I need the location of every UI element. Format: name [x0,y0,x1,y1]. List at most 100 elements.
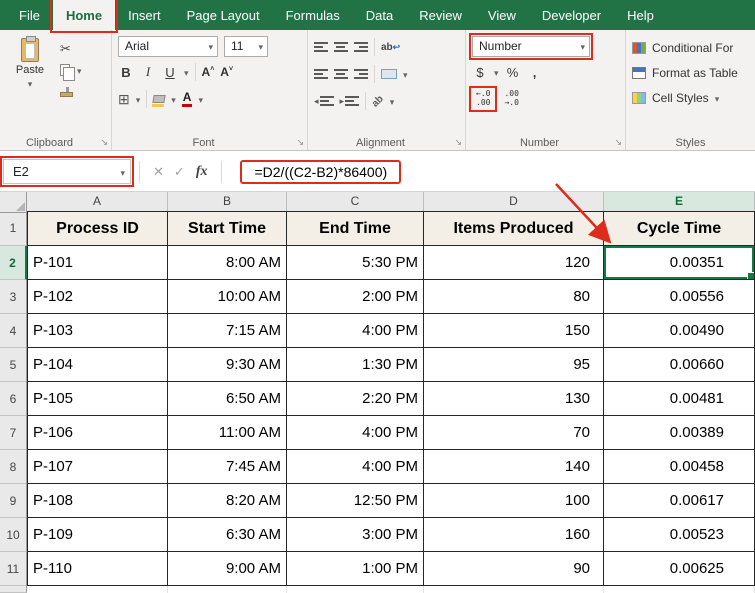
align-middle-icon[interactable] [334,42,348,52]
row-header-6[interactable]: 6 [0,382,27,416]
ribbon-tab-view[interactable]: View [475,0,529,30]
cell-E2[interactable]: 0.00351 [604,246,755,280]
comma-format-button[interactable]: , [527,65,543,80]
cell-D11[interactable]: 90 [424,552,604,586]
cell-D5[interactable]: 95 [424,348,604,382]
name-box-dropdown-icon[interactable] [120,164,125,179]
align-left-icon[interactable] [314,69,328,79]
cell-A4[interactable]: P-103 [27,314,168,348]
ribbon-tab-data[interactable]: Data [353,0,406,30]
cell-D10[interactable]: 160 [424,518,604,552]
cell-C1[interactable]: End Time [287,211,424,246]
alignment-dialog-launcher-icon[interactable] [454,137,462,148]
increase-font-size-button[interactable]: A˄ [202,65,215,79]
font-name-combo[interactable]: Arial [118,35,218,57]
cell-styles-button[interactable]: Cell Styles [632,85,749,110]
cell-E10[interactable]: 0.00523 [604,518,755,552]
cell-A9[interactable]: P-108 [27,484,168,518]
format-painter-button[interactable] [60,83,82,99]
cell-D7[interactable]: 70 [424,416,604,450]
cell-C6[interactable]: 2:20 PM [287,382,424,416]
font-dialog-launcher-icon[interactable] [296,137,304,148]
clipboard-dialog-launcher-icon[interactable] [100,137,108,148]
conditional-formatting-button[interactable]: Conditional For [632,35,749,60]
row-header-4[interactable]: 4 [0,314,27,348]
cell-B8[interactable]: 7:45 AM [168,450,287,484]
cancel-icon[interactable]: ✕ [153,164,164,180]
borders-dropdown-icon[interactable] [136,90,141,108]
cell-B7[interactable]: 11:00 AM [168,416,287,450]
ribbon-tab-file[interactable]: File [6,0,53,30]
cell-D8[interactable]: 140 [424,450,604,484]
currency-dropdown-icon[interactable] [494,63,499,81]
column-header-D[interactable]: D [424,192,604,213]
cell-B9[interactable]: 8:20 AM [168,484,287,518]
cell-E4[interactable]: 0.00490 [604,314,755,348]
cell-D4[interactable]: 150 [424,314,604,348]
cell-A6[interactable]: P-105 [27,382,168,416]
cell-D2[interactable]: 120 [424,246,604,280]
column-header-E[interactable]: E [604,192,755,213]
align-bottom-icon[interactable] [354,42,368,52]
cell-C4[interactable]: 4:00 PM [287,314,424,348]
cell-C10[interactable]: 3:00 PM [287,518,424,552]
borders-icon[interactable]: ⊞ [118,91,130,108]
cut-button[interactable]: ✂ [60,41,82,57]
ribbon-tab-home[interactable]: Home [49,0,119,33]
paste-button[interactable]: Paste [6,35,54,134]
increase-decimal-button[interactable]: ←.0 .00 [468,86,498,112]
underline-dropdown-icon[interactable] [184,63,189,81]
bold-button[interactable]: B [118,65,134,80]
cell-C9[interactable]: 12:50 PM [287,484,424,518]
number-dialog-launcher-icon[interactable] [614,137,622,148]
decrease-indent-icon[interactable]: ◂ [314,96,334,107]
fill-color-dropdown-icon[interactable] [171,90,176,108]
column-header-A[interactable]: A [27,192,168,213]
cell-E1[interactable]: Cycle Time [604,211,755,246]
cell-C3[interactable]: 2:00 PM [287,280,424,314]
cell-A3[interactable]: P-102 [27,280,168,314]
row-header-9[interactable]: 9 [0,484,27,518]
cell-C2[interactable]: 5:30 PM [287,246,424,280]
format-as-table-button[interactable]: Format as Table [632,60,749,85]
cell-C5[interactable]: 1:30 PM [287,348,424,382]
cell-E5[interactable]: 0.00660 [604,348,755,382]
cell-B10[interactable]: 6:30 AM [168,518,287,552]
row-header-2[interactable]: 2 [0,246,27,280]
cell-E7[interactable]: 0.00389 [604,416,755,450]
cell-A10[interactable]: P-109 [27,518,168,552]
column-header-C[interactable]: C [287,192,424,213]
row-header-11[interactable]: 11 [0,552,27,586]
ribbon-tab-review[interactable]: Review [406,0,475,30]
percent-format-button[interactable]: % [505,65,521,80]
row-header-10[interactable]: 10 [0,518,27,552]
cell-D1[interactable]: Items Produced [424,211,604,246]
cell-B4[interactable]: 7:15 AM [168,314,287,348]
align-center-icon[interactable] [334,69,348,79]
ribbon-tab-page-layout[interactable]: Page Layout [174,0,273,30]
underline-button[interactable]: U [162,65,178,80]
formula-input[interactable]: =D2/((C2-B2)*86400) [230,159,755,184]
cell-B5[interactable]: 9:30 AM [168,348,287,382]
currency-format-button[interactable]: $ [472,65,488,80]
ribbon-tab-insert[interactable]: Insert [115,0,174,30]
copy-button[interactable] [60,62,82,81]
decrease-decimal-button[interactable]: .00 →.0 [500,89,522,109]
cell-B11[interactable]: 9:00 AM [168,552,287,586]
fill-color-icon[interactable] [152,95,166,103]
cell-A7[interactable]: P-106 [27,416,168,450]
cell-B6[interactable]: 6:50 AM [168,382,287,416]
cell-A8[interactable]: P-107 [27,450,168,484]
cell-E8[interactable]: 0.00458 [604,450,755,484]
merge-dropdown-icon[interactable] [403,65,408,83]
ribbon-tab-developer[interactable]: Developer [529,0,614,30]
name-box[interactable]: E2 [0,156,134,187]
cell-E3[interactable]: 0.00556 [604,280,755,314]
align-right-icon[interactable] [354,69,368,79]
orientation-dropdown-icon[interactable] [390,92,395,110]
cell-C8[interactable]: 4:00 PM [287,450,424,484]
cell-A1[interactable]: Process ID [27,211,168,246]
font-size-combo[interactable]: 11 [224,35,268,57]
row-header-7[interactable]: 7 [0,416,27,450]
cell-E11[interactable]: 0.00625 [604,552,755,586]
